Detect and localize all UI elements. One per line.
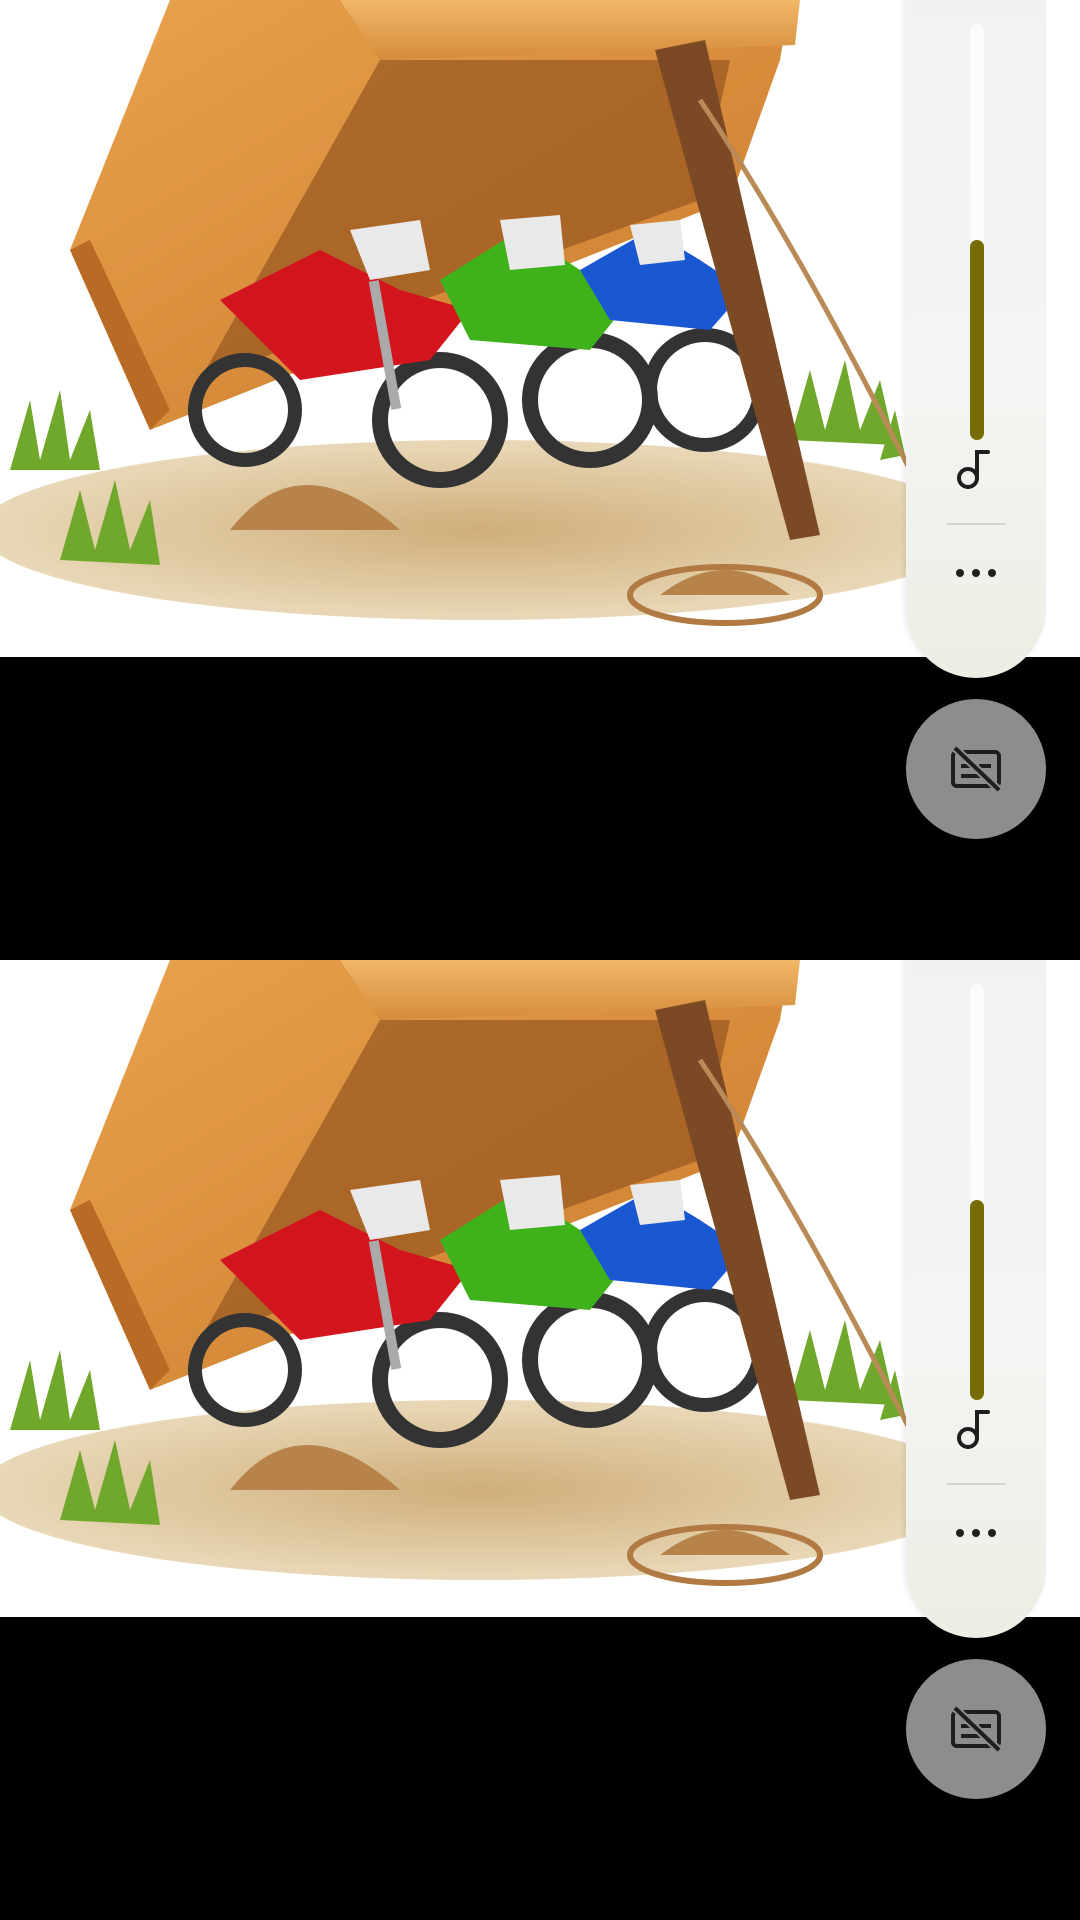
screen [0, 0, 1080, 1920]
volume-slider[interactable] [970, 24, 984, 440]
more-options-button[interactable] [946, 548, 1006, 598]
split-window-top [0, 0, 1080, 960]
captions-off-icon [951, 1706, 1002, 1752]
more-horizontal-icon [956, 569, 996, 577]
volume-panel [906, 960, 1046, 1638]
music-note-icon [957, 1410, 990, 1449]
volume-slider-fill [970, 240, 984, 440]
panel-divider [946, 523, 1006, 525]
volume-panel [906, 0, 1046, 678]
captions-off-icon [951, 746, 1002, 792]
captions-off-button[interactable] [906, 699, 1046, 839]
music-volume-button[interactable] [946, 438, 1006, 498]
more-options-button[interactable] [946, 1508, 1006, 1558]
music-note-icon [957, 450, 990, 489]
panel-divider [946, 1483, 1006, 1485]
volume-slider-fill [970, 1200, 984, 1400]
music-volume-button[interactable] [946, 1398, 1006, 1458]
split-window-bottom [0, 960, 1080, 1920]
volume-slider[interactable] [970, 984, 984, 1400]
captions-off-button[interactable] [906, 1659, 1046, 1799]
more-horizontal-icon [956, 1529, 996, 1537]
